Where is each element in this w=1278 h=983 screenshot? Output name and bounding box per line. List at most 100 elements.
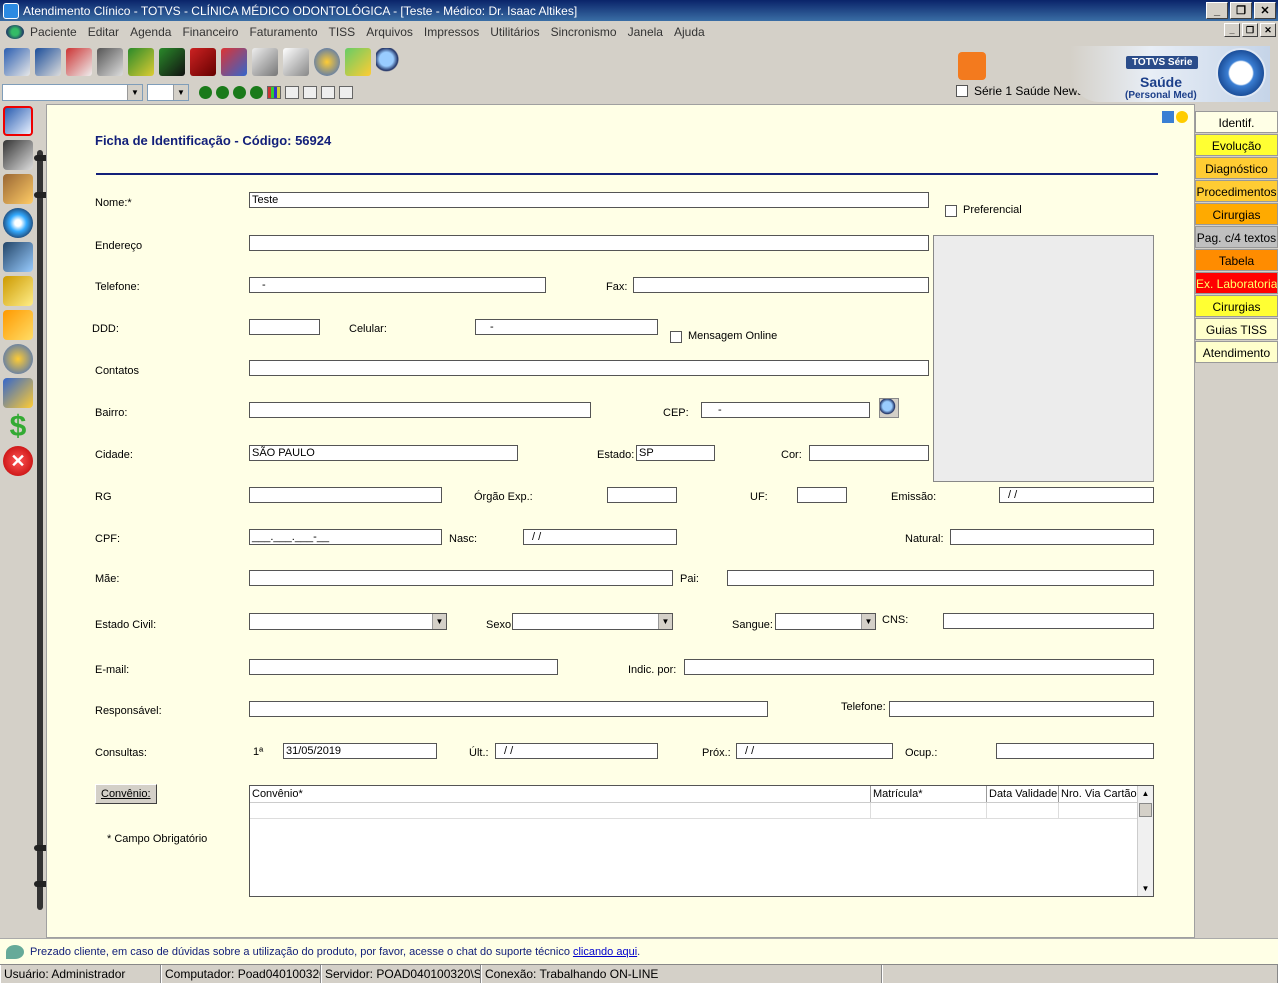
telefone-input[interactable]: - — [249, 277, 546, 293]
minimize-button[interactable]: _ — [1206, 2, 1228, 19]
list-icon-1[interactable] — [285, 86, 299, 99]
mae-input[interactable] — [249, 570, 673, 586]
endereco-input[interactable] — [249, 235, 929, 251]
convenio-button[interactable]: Convênio: — [95, 784, 157, 804]
responsavel-input[interactable] — [249, 701, 768, 717]
sexo-select[interactable]: ▼ — [512, 613, 673, 630]
grid-scrollbar[interactable]: ▲ ▼ — [1137, 786, 1153, 896]
list-icon-4[interactable] — [339, 86, 353, 99]
system-menu-icon[interactable] — [6, 24, 24, 39]
email-input[interactable] — [249, 659, 558, 675]
contatos-input[interactable] — [249, 360, 929, 376]
globe-icon[interactable] — [314, 48, 340, 76]
news-checkbox[interactable] — [956, 85, 968, 97]
menu-agenda[interactable]: Agenda — [130, 25, 171, 39]
pencil-icon[interactable] — [3, 378, 33, 408]
scroll-up-icon[interactable]: ▲ — [1138, 786, 1153, 801]
chevron-down-icon[interactable]: ▼ — [432, 614, 446, 629]
search-icon[interactable] — [376, 48, 402, 76]
camera-icon[interactable] — [3, 242, 33, 272]
uf-input[interactable] — [797, 487, 847, 503]
cid-icon[interactable] — [159, 48, 185, 76]
maximize-button[interactable]: ❐ — [1230, 2, 1252, 19]
rg-input[interactable] — [249, 487, 442, 503]
grid-col-nro-via-cartao[interactable]: Nro. Via Cartão — [1059, 786, 1137, 802]
celular-input[interactable]: - — [475, 319, 658, 335]
toolbar-combo-2[interactable]: ▼ — [147, 84, 189, 101]
documents-icon[interactable] — [252, 48, 278, 76]
bairro-input[interactable] — [249, 402, 591, 418]
monitor-icon[interactable] — [1162, 111, 1174, 123]
list-icon-3[interactable] — [321, 86, 335, 99]
preferencial-checkbox[interactable] — [945, 205, 957, 217]
medicine-icon[interactable] — [221, 48, 247, 76]
tab-2[interactable]: Evolução — [1195, 134, 1278, 156]
cpf-input[interactable]: ___.___.___-__ — [249, 529, 442, 545]
scroll-thumb[interactable] — [1139, 803, 1152, 817]
letter-a-icon[interactable] — [3, 310, 33, 340]
chevron-down-icon[interactable]: ▼ — [658, 614, 672, 629]
tab-6[interactable]: Pag. c/4 textos — [1195, 226, 1278, 248]
smiley-icon[interactable] — [1176, 111, 1188, 123]
cep-search-icon[interactable] — [879, 398, 899, 418]
nav-last-icon[interactable] — [250, 86, 263, 99]
estado-input[interactable]: SP — [636, 445, 715, 461]
tab-1[interactable]: Identif. — [1195, 111, 1278, 133]
orgao-exp-input[interactable] — [607, 487, 677, 503]
sangue-select[interactable]: ▼ — [775, 613, 876, 630]
menu-impressos[interactable]: Impressos — [424, 25, 479, 39]
chevron-down-icon[interactable]: ▼ — [861, 614, 875, 629]
table-row[interactable] — [250, 803, 1137, 819]
identification-book-icon[interactable] — [3, 106, 33, 136]
child-close-button[interactable]: ✕ — [1260, 23, 1276, 37]
menu-ajuda[interactable]: Ajuda — [674, 25, 705, 39]
grid-icon[interactable] — [267, 86, 281, 99]
nav-next-icon[interactable] — [233, 86, 246, 99]
cd-icon[interactable] — [3, 208, 33, 238]
menu-paciente[interactable]: Paciente — [30, 25, 77, 39]
menu-sincronismo[interactable]: Sincronismo — [551, 25, 617, 39]
tab-4[interactable]: Procedimentos — [1195, 180, 1278, 202]
menu-tiss[interactable]: TISS — [329, 25, 356, 39]
natural-input[interactable] — [950, 529, 1154, 545]
pai-input[interactable] — [727, 570, 1154, 586]
list-icon-2[interactable] — [303, 86, 317, 99]
grid-col-convenio[interactable]: Convênio* — [250, 786, 871, 802]
dollar-icon[interactable]: $ — [3, 412, 33, 442]
money-icon[interactable] — [128, 48, 154, 76]
proxima-consulta-input[interactable]: / / — [736, 743, 893, 759]
menu-editar[interactable]: Editar — [88, 25, 119, 39]
globe-sync-icon[interactable] — [3, 344, 33, 374]
menu-faturamento[interactable]: Faturamento — [249, 25, 317, 39]
cidade-input[interactable]: SÃO PAULO — [249, 445, 518, 461]
convenio-grid[interactable]: Convênio* Matrícula* Data Validade Nro. … — [249, 785, 1154, 897]
tab-3[interactable]: Diagnóstico — [1195, 157, 1278, 179]
amb-icon[interactable] — [190, 48, 216, 76]
estado-civil-select[interactable]: ▼ — [249, 613, 447, 630]
menu-utilitarios[interactable]: Utilitários — [490, 25, 539, 39]
lab-flask-icon[interactable] — [345, 48, 371, 76]
book-icon[interactable] — [4, 48, 30, 76]
menu-financeiro[interactable]: Financeiro — [182, 25, 238, 39]
menu-arquivos[interactable]: Arquivos — [366, 25, 413, 39]
child-restore-button[interactable]: ❐ — [1242, 23, 1258, 37]
grid-col-matricula[interactable]: Matrícula* — [871, 786, 987, 802]
nome-input[interactable]: Teste — [249, 192, 929, 208]
nasc-input[interactable]: / / — [523, 529, 677, 545]
primeira-consulta-input[interactable]: 31/05/2019 — [283, 743, 437, 759]
responsavel-telefone-input[interactable] — [889, 701, 1154, 717]
tab-10[interactable]: Guias TISS — [1195, 318, 1278, 340]
toolbar-combo-1[interactable]: ▼ — [2, 84, 143, 101]
ultima-consulta-input[interactable]: / / — [495, 743, 658, 759]
tab-11[interactable]: Atendimento — [1195, 341, 1278, 363]
nav-prev-icon[interactable] — [216, 86, 229, 99]
exit-icon[interactable]: ✕ — [3, 446, 33, 476]
scroll-down-icon[interactable]: ▼ — [1138, 881, 1153, 896]
patient-photo[interactable] — [933, 235, 1154, 482]
mensagem-online-checkbox[interactable] — [670, 331, 682, 343]
support-link[interactable]: clicando aqui — [573, 946, 637, 958]
phone-book-icon[interactable] — [97, 48, 123, 76]
rss-icon[interactable] — [958, 52, 986, 80]
cep-input[interactable]: - — [701, 402, 870, 418]
child-minimize-button[interactable]: _ — [1224, 23, 1240, 37]
